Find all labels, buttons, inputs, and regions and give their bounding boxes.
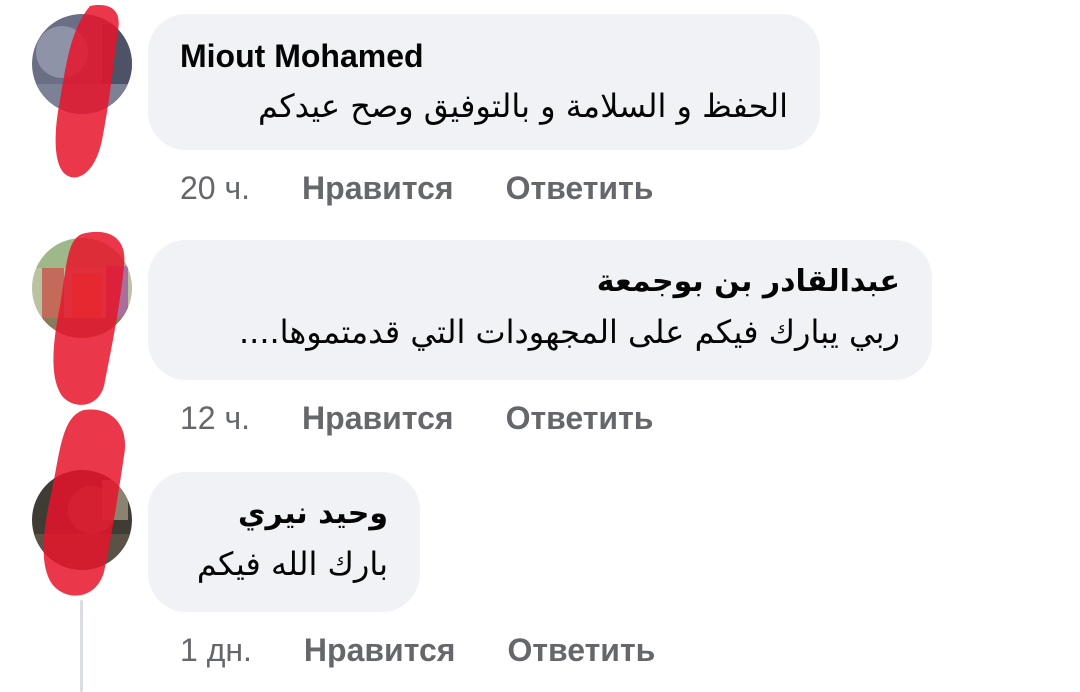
comment-text: الحفظ و السلامة و بالتوفيق وصح عيدكم — [258, 87, 788, 125]
like-button[interactable]: Нравится — [302, 168, 454, 208]
reply-button[interactable]: Ответить — [506, 168, 654, 208]
comment-bubble: وحيد نيري بارك الله فيكم — [148, 472, 420, 612]
comment-time[interactable]: 1 дн. — [180, 630, 252, 670]
profile-photo — [32, 238, 132, 338]
comment-actions: 12 ч. Нравится Ответить — [180, 398, 653, 438]
comment-actions: 1 дн. Нравится Ответить — [180, 630, 655, 670]
comment-actions: 20 ч. Нравится Ответить — [180, 168, 653, 208]
avatar[interactable] — [32, 238, 132, 338]
comment-bubble: عبدالقادر بن بوجمعة ربي يبارك فيكم على ا… — [148, 240, 932, 380]
comment-bubble: Miout Mohamed الحفظ و السلامة و بالتوفيق… — [148, 14, 820, 150]
comment-time[interactable]: 20 ч. — [180, 168, 250, 208]
avatar[interactable] — [32, 470, 132, 570]
profile-photo — [32, 470, 132, 570]
comment-author[interactable]: عبدالقادر بن بوجمعة — [180, 262, 900, 302]
avatar[interactable] — [32, 14, 132, 114]
like-button[interactable]: Нравится — [302, 398, 454, 438]
comment-text: بارك الله فيكم — [196, 545, 388, 583]
reply-button[interactable]: Ответить — [507, 630, 655, 670]
profile-photo — [32, 14, 132, 114]
thread-line — [80, 600, 83, 692]
reply-button[interactable]: Ответить — [506, 398, 654, 438]
comment-author[interactable]: وحيد نيري — [180, 494, 388, 534]
comment-time[interactable]: 12 ч. — [180, 398, 250, 438]
comment-author[interactable]: Miout Mohamed — [180, 36, 788, 76]
comment-text: ربي يبارك فيكم على المجهودات التي قدمتمو… — [238, 313, 900, 351]
like-button[interactable]: Нравится — [304, 630, 456, 670]
